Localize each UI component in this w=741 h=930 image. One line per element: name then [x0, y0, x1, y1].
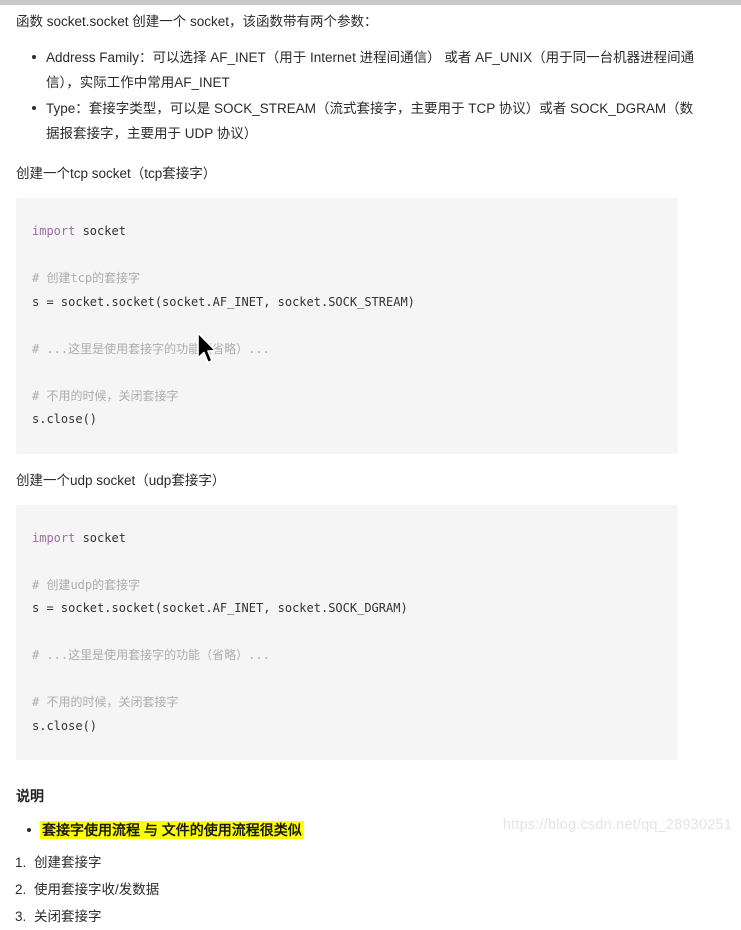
code-comment-close: # 不用的时候，关闭套接字 — [32, 695, 179, 709]
code-line-create-socket: s = socket.socket(socket.AF_INET, socket… — [32, 294, 415, 309]
highlighted-note: 套接字使用流程 与 文件的使用流程很类似 — [40, 821, 304, 839]
socket-parameters-list: Address Family：可以选择 AF_INET（用于 Internet … — [0, 45, 741, 146]
code-comment-usage: # ...这里是使用套接字的功能（省略）... — [32, 341, 270, 356]
list-item: 创建套接字 — [30, 849, 741, 876]
article-page: 函数 socket.socket 创建一个 socket，该函数带有两个参数： … — [0, 5, 741, 924]
udp-code-block[interactable]: import socket # 创建udp的套接字 s = socket.soc… — [16, 504, 678, 760]
code-keyword-import: import — [32, 530, 76, 545]
list-item: Address Family：可以选择 AF_INET（用于 Internet … — [32, 45, 741, 95]
code-comment-create: # 创建tcp的套接字 — [32, 271, 141, 285]
code-module-socket: socket — [75, 224, 126, 238]
code-line-close: s.close() — [32, 412, 98, 426]
explanation-heading: 说明 — [16, 788, 44, 804]
code-module-socket: socket — [75, 530, 126, 545]
socket-usage-steps: 创建套接字 使用套接字收/发数据 关闭套接字 — [0, 849, 741, 930]
tcp-code-block[interactable]: import socket # 创建tcp的套接字 s = socket.soc… — [16, 198, 678, 454]
list-item: 使用套接字收/发数据 — [30, 876, 741, 903]
code-comment-close: # 不用的时候，关闭套接字 — [32, 388, 179, 403]
code-comment-usage: # ...这里是使用套接字的功能（省略）... — [32, 648, 270, 662]
code-comment-create: # 创建udp的套接字 — [32, 577, 141, 592]
code-line-close: s.close() — [32, 718, 98, 733]
udp-section-label: 创建一个udp socket（udp套接字） — [16, 472, 226, 488]
code-line-create-socket: s = socket.socket(socket.AF_INET, socket… — [32, 601, 408, 615]
list-item: 关闭套接字 — [30, 903, 741, 930]
tcp-section-label: 创建一个tcp socket（tcp套接字） — [16, 166, 217, 181]
list-item: Type：套接字类型，可以是 SOCK_STREAM（流式套接字，主要用于 TC… — [32, 96, 741, 146]
csdn-watermark: https://blog.csdn.net/qq_28930251 — [502, 817, 732, 833]
code-keyword-import: import — [32, 224, 76, 238]
intro-paragraph: 函数 socket.socket 创建一个 socket，该函数带有两个参数： — [16, 14, 378, 29]
